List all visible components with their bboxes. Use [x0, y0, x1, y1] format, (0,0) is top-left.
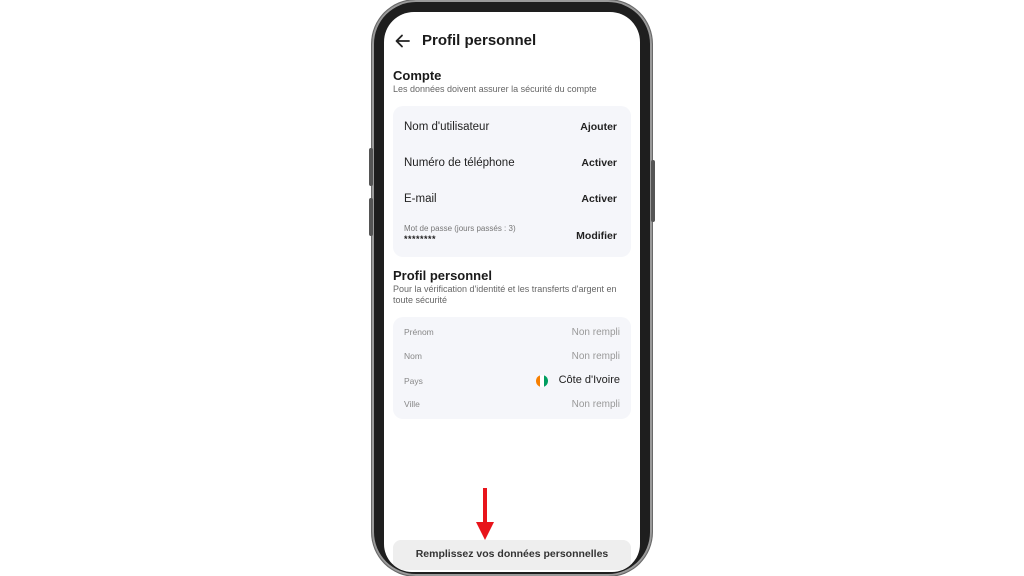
arrow-left-icon[interactable]	[394, 32, 412, 50]
account-row-password[interactable]: Mot de passe (jours passés : 3) ********…	[393, 224, 631, 250]
arrow-down-icon	[476, 488, 494, 540]
account-row-username[interactable]: Nom d'utilisateur Ajouter	[393, 121, 631, 147]
username-label: Nom d'utilisateur	[404, 121, 490, 133]
activate-phone-button[interactable]: Activer	[581, 157, 617, 169]
profile-card: Prénom Non rempli Nom Non rempli Pays Cô…	[393, 317, 631, 419]
password-label: Mot de passe (jours passés : 3)	[404, 224, 516, 233]
profile-row-country[interactable]: Pays Côte d'Ivoire	[393, 374, 631, 392]
lastname-value: Non rempli	[571, 351, 620, 362]
phone-label: Numéro de téléphone	[404, 157, 515, 169]
account-row-phone[interactable]: Numéro de téléphone Activer	[393, 157, 631, 183]
email-label: E-mail	[404, 193, 437, 205]
firstname-value: Non rempli	[571, 327, 620, 338]
city-value: Non rempli	[571, 399, 620, 410]
volume-down-button	[369, 198, 373, 236]
city-label: Ville	[404, 399, 420, 409]
profile-row-lastname[interactable]: Nom Non rempli	[393, 351, 631, 369]
account-row-email[interactable]: E-mail Activer	[393, 193, 631, 219]
fill-personal-data-button[interactable]: Remplissez vos données personnelles	[393, 540, 631, 570]
cote-divoire-flag-icon	[536, 375, 548, 387]
profile-section-title: Profil personnel	[393, 268, 492, 283]
account-section-subtitle: Les données doivent assurer la sécurité …	[393, 84, 597, 94]
volume-up-button	[369, 148, 373, 186]
add-username-button[interactable]: Ajouter	[580, 121, 617, 133]
power-button	[651, 160, 655, 222]
activate-email-button[interactable]: Activer	[581, 193, 617, 205]
phone-screen: Profil personnel Compte Les données doiv…	[384, 12, 640, 572]
modify-password-button[interactable]: Modifier	[576, 230, 617, 242]
profile-section-subtitle: Pour la vérification d'identité et les t…	[393, 284, 617, 305]
account-card: Nom d'utilisateur Ajouter Numéro de télé…	[393, 106, 631, 257]
profile-row-firstname[interactable]: Prénom Non rempli	[393, 327, 631, 345]
account-section-title: Compte	[393, 68, 442, 83]
lastname-label: Nom	[404, 351, 422, 361]
country-value: Côte d'Ivoire	[558, 374, 620, 386]
firstname-label: Prénom	[404, 327, 434, 337]
profile-row-city[interactable]: Ville Non rempli	[393, 399, 631, 417]
password-value: ********	[404, 234, 437, 244]
header: Profil personnel	[384, 30, 640, 54]
page-title: Profil personnel	[422, 32, 537, 49]
country-label: Pays	[404, 376, 423, 386]
